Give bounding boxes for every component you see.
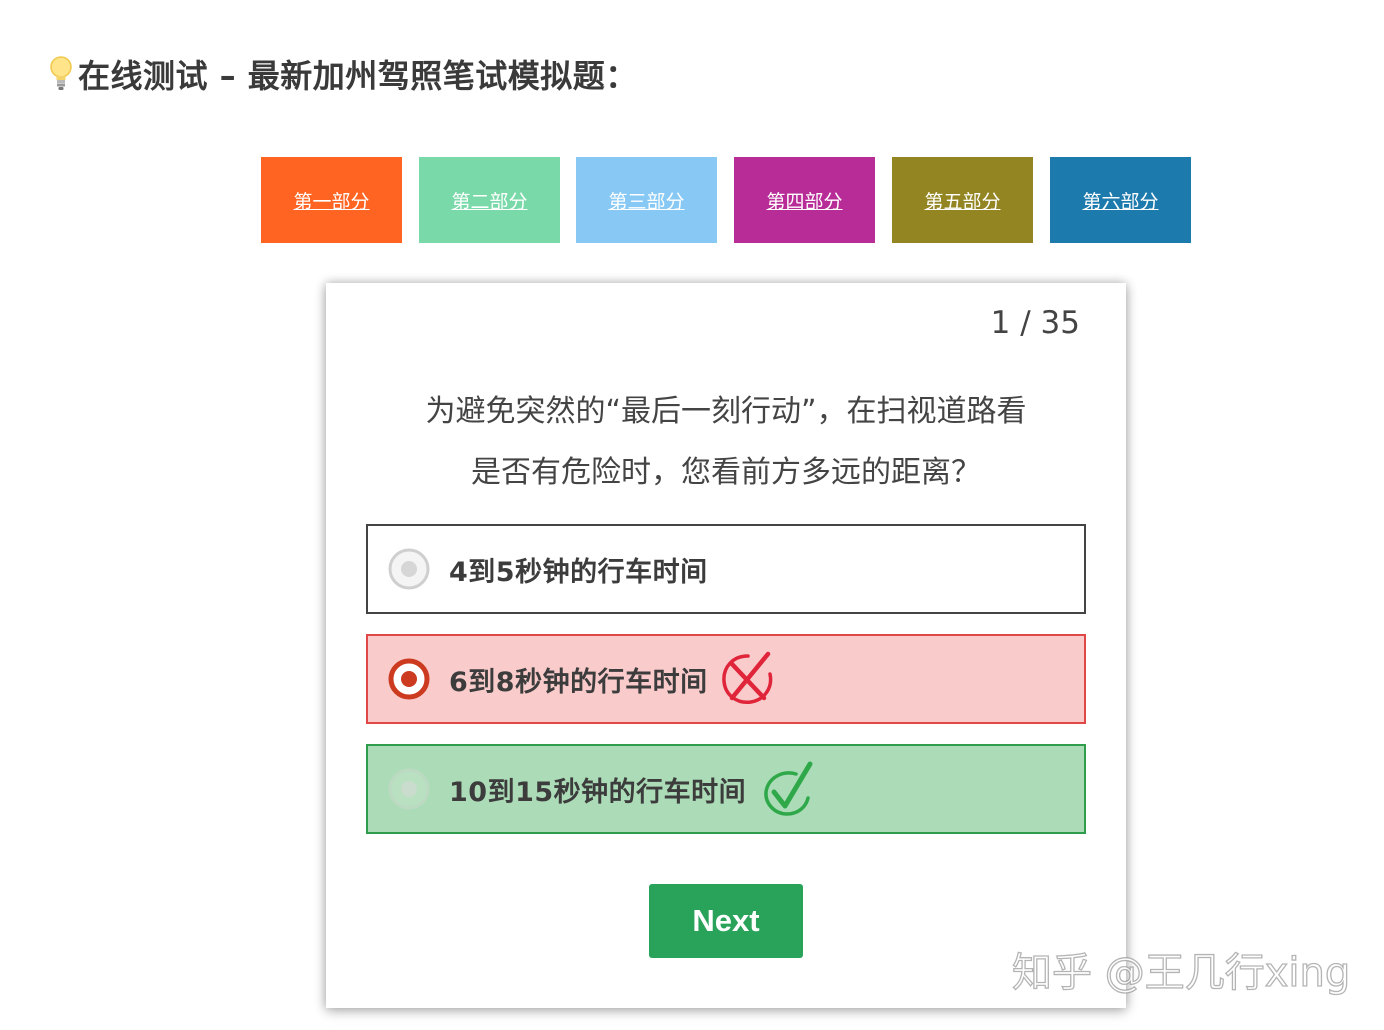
check-icon xyxy=(764,761,813,816)
tab-label: 第六部分 xyxy=(1082,190,1159,213)
radio-unselected-icon[interactable] xyxy=(387,767,431,811)
question-progress: 1 / 35 xyxy=(990,305,1080,341)
lightbulb-icon xyxy=(50,56,72,90)
page-title: 在线测试 – 最新加州驾照笔试模拟题： xyxy=(78,57,638,95)
quiz-card: 1 / 35 为避免突然的“最后一刻行动”，在扫视道路看 是否有危险时，您看前方… xyxy=(326,283,1126,1008)
tab-label: 第四部分 xyxy=(766,190,843,213)
question-text: 为避免突然的“最后一刻行动”，在扫视道路看 是否有危险时，您看前方多远的距离？ xyxy=(386,381,1066,503)
tab-part-4[interactable]: 第四部分 xyxy=(734,157,875,243)
option-label: 10到15秒钟的行车时间 xyxy=(449,776,747,808)
cross-icon xyxy=(721,651,772,704)
answer-option-1[interactable]: 4到5秒钟的行车时间 xyxy=(366,524,1086,614)
tab-label: 第二部分 xyxy=(451,190,528,213)
question-line: 为避免突然的“最后一刻行动”，在扫视道路看 xyxy=(425,394,1027,429)
watermark: 知乎 @王几行xing xyxy=(1011,949,1351,996)
page-heading: 在线测试 – 最新加州驾照笔试模拟题： xyxy=(48,52,638,96)
answer-option-3[interactable]: 10到15秒钟的行车时间 xyxy=(366,744,1086,834)
tab-label: 第五部分 xyxy=(924,190,1001,213)
tab-part-3[interactable]: 第三部分 xyxy=(576,157,717,243)
tab-part-2[interactable]: 第二部分 xyxy=(419,157,560,243)
question-line: 是否有危险时，您看前方多远的距离？ xyxy=(471,455,981,490)
radio-selected-icon[interactable] xyxy=(387,657,431,701)
radio-unselected-icon[interactable] xyxy=(387,547,431,591)
option-label: 4到5秒钟的行车时间 xyxy=(449,556,708,588)
tab-part-1[interactable]: 第一部分 xyxy=(261,157,402,243)
tab-label: 第一部分 xyxy=(293,190,370,213)
tab-part-5[interactable]: 第五部分 xyxy=(892,157,1033,243)
tab-part-6[interactable]: 第六部分 xyxy=(1050,157,1191,243)
answer-option-2[interactable]: 6到8秒钟的行车时间 xyxy=(366,634,1086,724)
next-button[interactable]: Next xyxy=(649,884,803,958)
option-label: 6到8秒钟的行车时间 xyxy=(449,666,708,698)
tab-label: 第三部分 xyxy=(608,190,685,213)
